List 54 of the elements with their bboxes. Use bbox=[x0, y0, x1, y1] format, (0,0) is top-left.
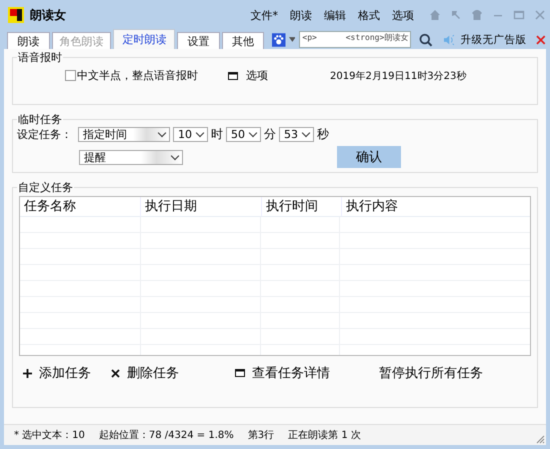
resize-grip-icon[interactable] bbox=[535, 434, 545, 444]
column-header[interactable]: 任务名称 bbox=[20, 197, 141, 216]
status-text: 起始位置：78 /4324 = 1.8% bbox=[98, 428, 234, 442]
window-title: 朗读女 bbox=[30, 6, 66, 24]
menu-item[interactable]: 选项 bbox=[392, 8, 414, 22]
action-button[interactable]: 查看任务详情 bbox=[235, 364, 379, 382]
status-text: 正在朗读第 1 次 bbox=[288, 428, 361, 442]
dropdown[interactable]: 指定时间 bbox=[78, 127, 170, 142]
unit-label: 分 bbox=[264, 126, 276, 143]
menu-item[interactable]: 朗读 bbox=[290, 8, 312, 22]
paw-icon[interactable] bbox=[272, 32, 286, 46]
cross-icon bbox=[111, 368, 120, 378]
window-icon[interactable] bbox=[228, 72, 238, 80]
dropdown[interactable]: 53 bbox=[279, 127, 314, 142]
dropdown[interactable]: 提醒 bbox=[79, 150, 183, 164]
tab[interactable]: 设置 bbox=[177, 32, 220, 49]
status-text: * 选中文本：10 bbox=[14, 428, 85, 442]
tab[interactable]: 定时朗读 bbox=[113, 29, 176, 49]
window-icon bbox=[235, 369, 245, 377]
home-icon[interactable] bbox=[429, 9, 441, 21]
group-title: 自定义任务 bbox=[17, 180, 74, 195]
plus-icon bbox=[23, 368, 32, 378]
status-text: 第3行 bbox=[248, 429, 274, 442]
search-icon[interactable] bbox=[419, 32, 433, 46]
close-icon[interactable] bbox=[534, 9, 546, 21]
group-title: 语音报时 bbox=[17, 50, 63, 65]
dropdown[interactable]: 10 bbox=[173, 127, 208, 142]
column-header[interactable]: 执行日期 bbox=[141, 197, 262, 216]
app-logo-icon[interactable] bbox=[8, 7, 24, 23]
tab[interactable]: 其他 bbox=[222, 32, 264, 49]
confirm-button[interactable]: 确认 bbox=[337, 146, 401, 168]
column-header[interactable]: 执行内容 bbox=[342, 197, 530, 216]
shirt-icon[interactable] bbox=[471, 9, 483, 21]
action-button[interactable]: 删除任务 bbox=[111, 364, 235, 382]
checkbox[interactable]: 中文半点，整点语音报时 bbox=[65, 68, 198, 83]
menu-item[interactable]: 文件* bbox=[250, 8, 278, 22]
unit-label: 秒 bbox=[317, 126, 329, 143]
menu-item[interactable]: 格式 bbox=[358, 8, 380, 22]
unit-label: 时 bbox=[211, 126, 223, 143]
field-label: 设定任务： bbox=[17, 127, 73, 142]
menu-item[interactable]: 编辑 bbox=[324, 8, 346, 22]
upgrade-link[interactable]: 升级无广告版 bbox=[460, 32, 526, 46]
maximize-icon[interactable] bbox=[513, 9, 525, 21]
datetime-text: 2019年2月19日11时3分23秒 bbox=[330, 70, 466, 82]
dropdown-caret-icon[interactable] bbox=[288, 37, 296, 42]
dropdown[interactable]: 50 bbox=[226, 127, 261, 142]
action-button[interactable]: 暂停执行所有任务 bbox=[379, 364, 483, 382]
options-link[interactable]: 选项 bbox=[246, 68, 268, 83]
text-input-field[interactable]: <p> <strong>朗读女 bbox=[299, 31, 412, 48]
close-icon[interactable] bbox=[536, 34, 546, 44]
group-title: 临时任务 bbox=[17, 112, 63, 127]
action-button[interactable]: 添加任务 bbox=[23, 364, 111, 382]
tab[interactable]: 朗读 bbox=[7, 32, 50, 49]
column-header[interactable]: 执行时间 bbox=[262, 197, 342, 216]
